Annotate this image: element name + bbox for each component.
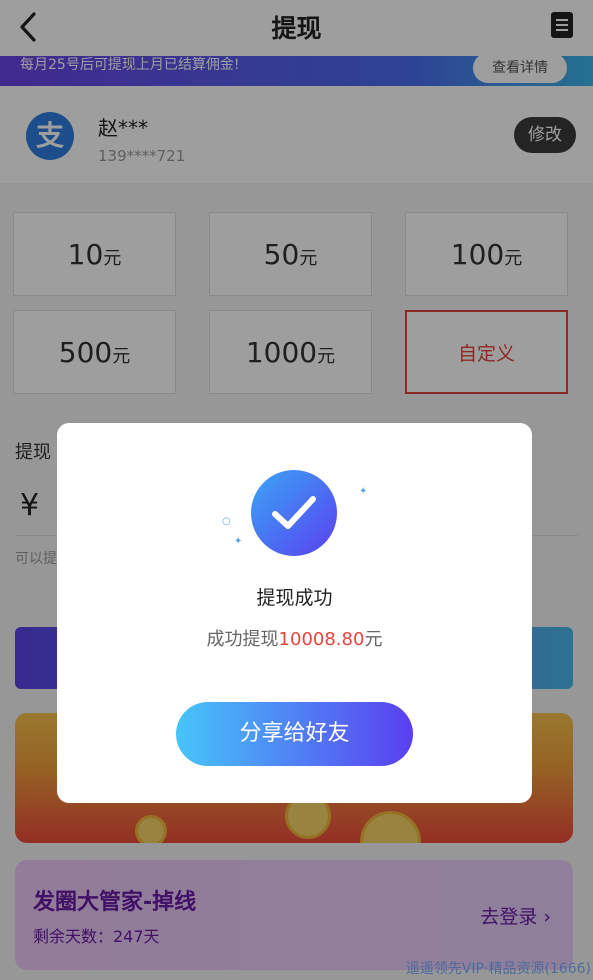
sparkle-icon: ✦ [234, 536, 243, 547]
check-icon [251, 470, 337, 556]
sparkle-icon: ○ [222, 516, 231, 527]
dialog-message: 成功提现10008.80元 [206, 629, 383, 650]
withdraw-amount: 10008.80 [278, 629, 365, 650]
sparkle-icon: ✦ [359, 486, 368, 497]
share-to-friends-button[interactable]: 分享给好友 [176, 702, 413, 766]
success-dialog: ○ ✦ ✦ 提现成功 成功提现10008.80元 分享给好友 [57, 423, 532, 803]
dialog-title: 提现成功 [256, 587, 333, 609]
